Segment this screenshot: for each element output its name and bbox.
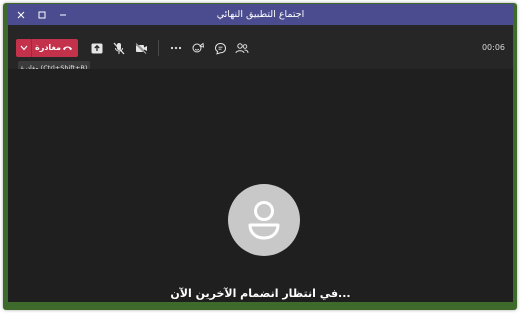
- chevron-down-icon: [20, 45, 27, 51]
- leave-label: مغادرة: [35, 43, 61, 52]
- reactions-icon[interactable]: [191, 41, 205, 55]
- leave-button[interactable]: مغادرة: [16, 39, 78, 57]
- meeting-stage: في انتظار انضمام الآخرين الآن...: [8, 69, 513, 302]
- camera-off-icon[interactable]: [134, 41, 148, 55]
- chat-icon[interactable]: [213, 41, 227, 55]
- avatar: [228, 184, 300, 256]
- person-icon: [248, 201, 280, 240]
- waiting-message: في انتظار انضمام الآخرين الآن...: [170, 287, 351, 300]
- window-title: اجتماع التطبيق النهائي: [216, 9, 305, 20]
- leave-options-dropdown[interactable]: [16, 39, 32, 57]
- more-icon[interactable]: [169, 41, 183, 55]
- title-bar: اجتماع التطبيق النهائي: [8, 4, 513, 25]
- share-icon[interactable]: [90, 41, 104, 55]
- meeting-toolbar: مغادرة 00:06 مغادرة (Ctrl+Shift+B): [8, 25, 513, 75]
- phone-hangup-icon: [62, 46, 73, 51]
- toolbar-divider: [158, 40, 159, 56]
- meeting-window: اجتماع التطبيق النهائي مغادرة 00:06 مغاد…: [8, 4, 513, 302]
- mic-off-icon[interactable]: [112, 41, 126, 55]
- call-timer: 00:06: [481, 43, 505, 52]
- participants-icon[interactable]: [235, 41, 249, 55]
